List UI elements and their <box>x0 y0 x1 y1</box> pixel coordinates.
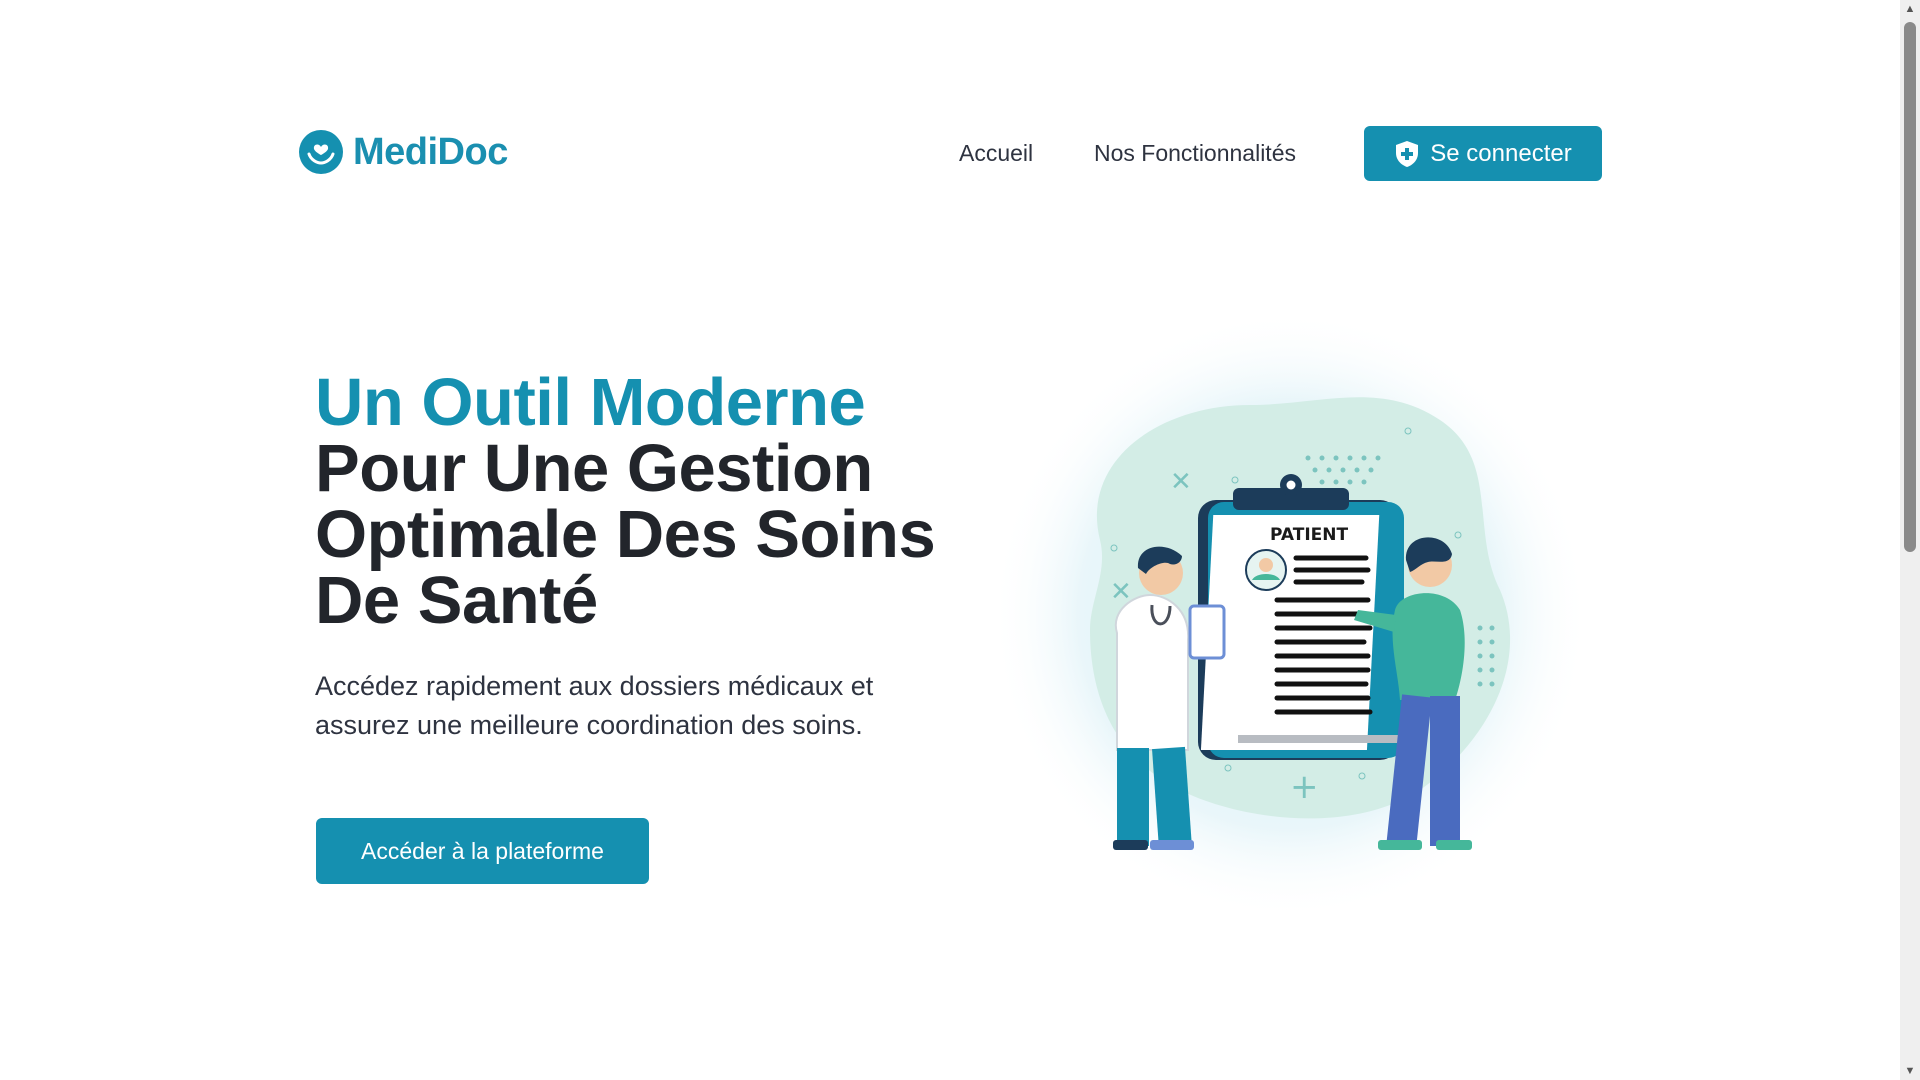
brand-name: MediDoc <box>353 130 508 173</box>
login-button-label: Se connecter <box>1430 139 1572 167</box>
scroll-thumb[interactable] <box>1904 22 1916 552</box>
brand-logo[interactable]: MediDoc <box>299 130 508 174</box>
heart-hands-icon <box>299 130 343 174</box>
hero-title-accent: Un Outil Moderne <box>315 365 866 440</box>
hero-subtitle: Accédez rapidement aux dossiers médicaux… <box>315 671 874 740</box>
scroll-down-arrow-icon[interactable]: ▼ <box>1900 1062 1920 1080</box>
access-platform-button[interactable]: Accéder à la plateforme <box>316 818 649 884</box>
clipboard-patient-label: PATIENT <box>1270 525 1348 545</box>
svg-text:+: + <box>1290 767 1319 807</box>
shield-plus-icon <box>1396 140 1419 167</box>
doctor-patient-illustration: ✕ ✕ + PATIENT <box>990 310 1590 920</box>
svg-text:✕: ✕ <box>1170 467 1192 497</box>
hero-title: Un Outil Moderne Pour Une Gestion Optima… <box>315 365 955 638</box>
scroll-up-arrow-icon[interactable]: ▲ <box>1900 0 1920 18</box>
nav-link-fonctionnalites[interactable]: Nos Fonctionnalités <box>1094 140 1296 167</box>
hero-title-rest: Pour Une Gestion Optimale Des Soins De S… <box>315 431 936 638</box>
vertical-scrollbar[interactable]: ▲ ▼ <box>1900 0 1920 1080</box>
nav-link-accueil[interactable]: Accueil <box>959 140 1033 167</box>
page: MediDoc Accueil Nos Fonctionnalités Se c… <box>0 0 1900 1080</box>
login-button[interactable]: Se connecter <box>1364 126 1602 181</box>
